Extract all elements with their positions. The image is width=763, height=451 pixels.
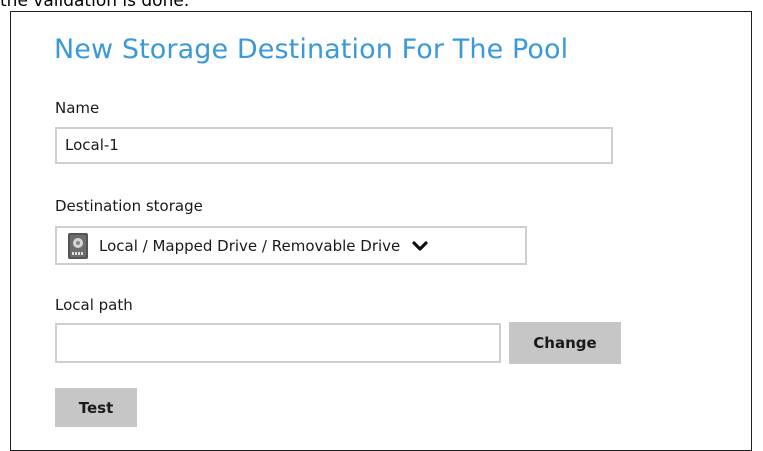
new-storage-destination-dialog: New Storage Destination For The Pool Nam… xyxy=(10,11,752,451)
test-button[interactable]: Test xyxy=(55,388,137,427)
name-field[interactable]: Local-1 xyxy=(55,127,613,164)
name-label: Name xyxy=(55,99,100,117)
destination-storage-value: Local / Mapped Drive / Removable Drive xyxy=(99,236,401,255)
local-path-label: Local path xyxy=(55,296,133,314)
destination-storage-select[interactable]: Local / Mapped Drive / Removable Drive xyxy=(55,226,527,265)
chevron-down-icon xyxy=(412,240,428,251)
local-path-field[interactable] xyxy=(55,323,501,363)
drive-icon xyxy=(68,232,88,259)
dialog-title: New Storage Destination For The Pool xyxy=(54,34,569,65)
destination-storage-label: Destination storage xyxy=(55,197,203,215)
document-caption: the validation is done. xyxy=(0,0,190,11)
change-button[interactable]: Change xyxy=(509,322,621,364)
